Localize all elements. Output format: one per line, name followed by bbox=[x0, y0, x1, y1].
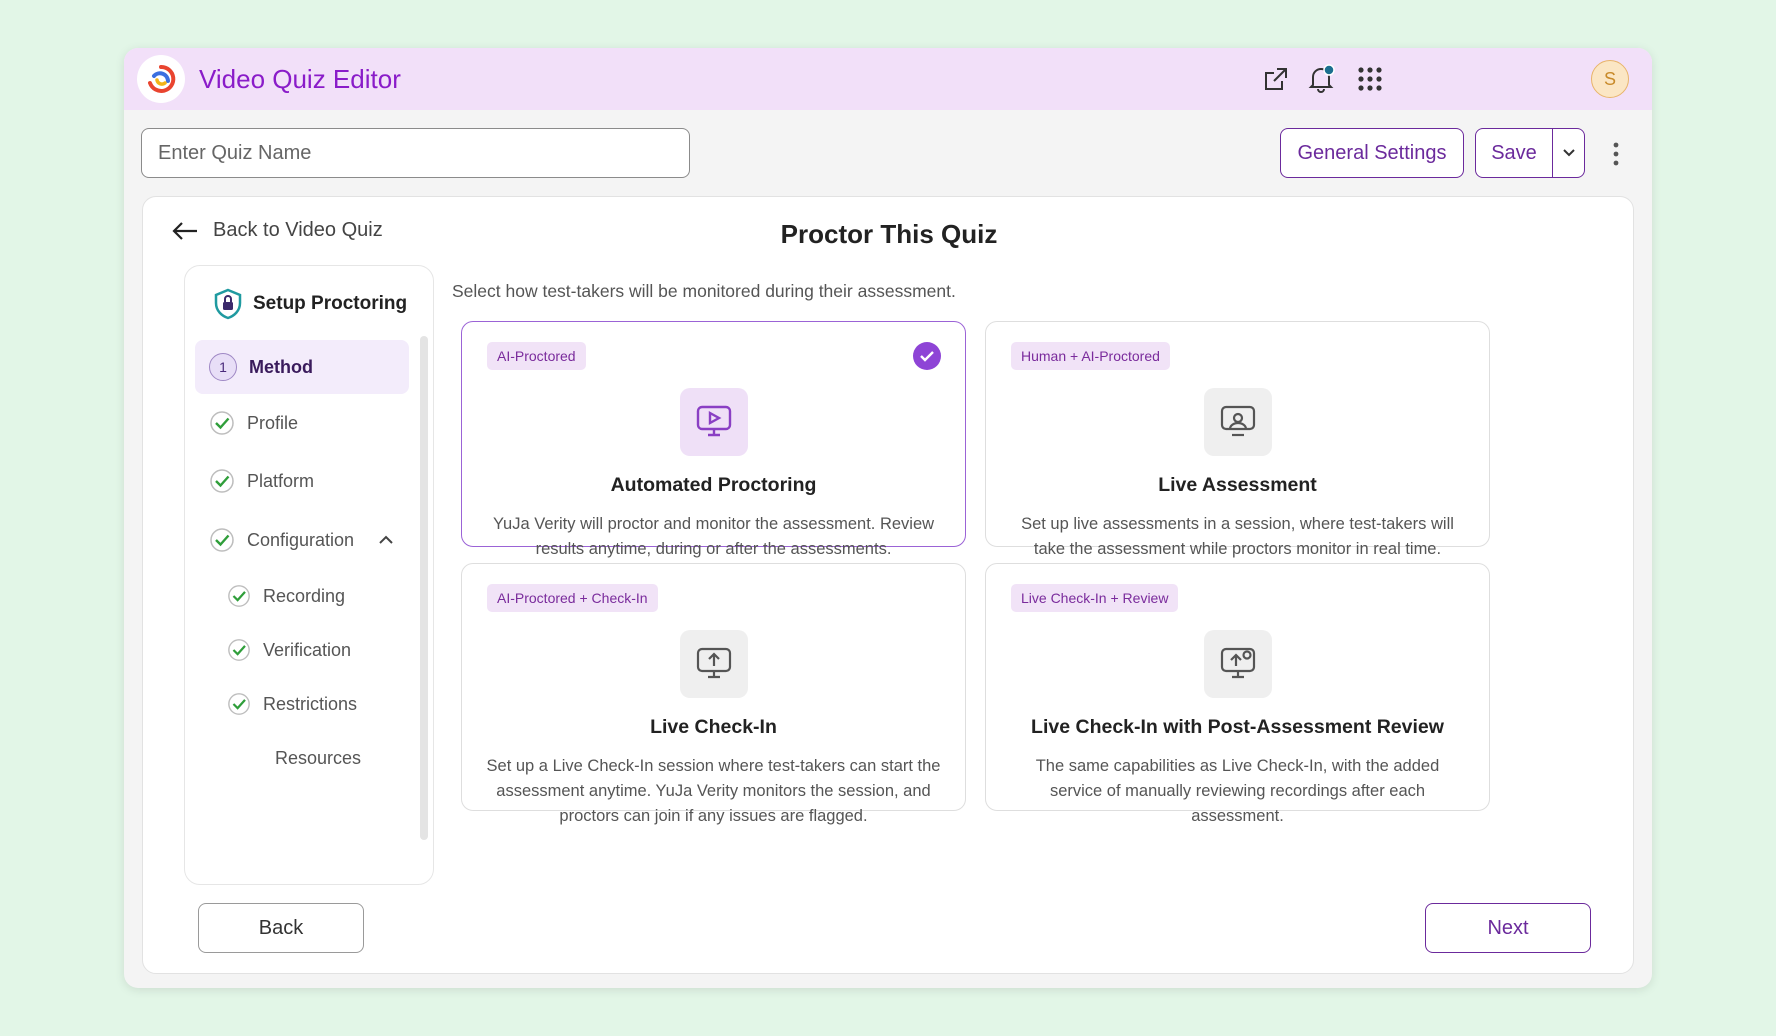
chevron-up-icon[interactable] bbox=[378, 535, 394, 545]
step-configuration[interactable]: Configuration bbox=[195, 513, 409, 567]
method-card-live-check-in[interactable]: AI-Proctored + Check-In Live Check-In Se… bbox=[461, 563, 966, 825]
method-badge: Human + AI-Proctored bbox=[1011, 342, 1170, 370]
apps-grid-icon[interactable] bbox=[1354, 63, 1386, 95]
step-label: Platform bbox=[247, 470, 315, 491]
save-button-group: Save bbox=[1475, 128, 1585, 178]
method-title: Live Assessment bbox=[1158, 474, 1317, 496]
step-label: Method bbox=[249, 356, 313, 377]
setup-steps-sidebar: Setup Proctoring 1 Method Profile Platfo… bbox=[184, 265, 434, 885]
method-hint: Select how test-takers will be monitored… bbox=[452, 281, 956, 301]
monitor-upload-icon bbox=[680, 630, 748, 698]
page-title: Proctor This Quiz bbox=[780, 219, 998, 249]
check-circle-icon bbox=[228, 693, 250, 715]
back-button[interactable]: Back bbox=[198, 903, 364, 953]
shield-lock-icon bbox=[214, 288, 242, 320]
save-button[interactable]: Save bbox=[1476, 129, 1553, 177]
step-label: Recording bbox=[263, 585, 346, 606]
check-circle-icon bbox=[228, 585, 250, 607]
selected-check-icon bbox=[913, 342, 941, 370]
app-window: Video Quiz Editor S General Settings Sav… bbox=[124, 48, 1652, 988]
proctoring-panel: Back to Video Quiz Proctor This Quiz Set… bbox=[142, 196, 1634, 974]
method-title: Live Check-In with Post-Assessment Revie… bbox=[1031, 716, 1444, 738]
method-title: Live Check-In bbox=[650, 716, 777, 738]
step-profile[interactable]: Profile bbox=[195, 396, 409, 450]
method-description: Set up a Live Check-In session where tes… bbox=[486, 757, 941, 825]
step-platform[interactable]: Platform bbox=[195, 454, 409, 508]
steps-heading: Setup Proctoring bbox=[213, 288, 407, 320]
monitor-upload-review-icon bbox=[1204, 630, 1272, 698]
step-label: Resources bbox=[275, 747, 362, 768]
monitor-person-icon bbox=[1204, 388, 1272, 456]
method-description: Set up live assessments in a session, wh… bbox=[1021, 515, 1454, 558]
general-settings-button[interactable]: General Settings bbox=[1280, 128, 1464, 178]
save-dropdown-button[interactable] bbox=[1553, 129, 1584, 177]
step-recording[interactable]: Recording bbox=[213, 569, 409, 623]
check-circle-icon bbox=[228, 639, 250, 661]
next-button[interactable]: Next bbox=[1425, 903, 1591, 953]
more-options-icon[interactable] bbox=[1604, 136, 1628, 172]
step-label: Verification bbox=[263, 639, 352, 660]
method-badge: AI-Proctored + Check-In bbox=[487, 584, 658, 612]
method-card-automated-proctoring[interactable]: AI-Proctored Automated Proctoring YuJa V… bbox=[461, 321, 966, 558]
top-bar: Video Quiz Editor S bbox=[124, 48, 1652, 110]
method-badge: AI-Proctored bbox=[487, 342, 586, 370]
steps-heading-label: Setup Proctoring bbox=[253, 293, 408, 314]
yuja-logo-icon bbox=[137, 55, 185, 103]
method-card-live-check-in-review[interactable]: Live Check-In + Review Live Check-In wit… bbox=[985, 563, 1490, 825]
app-title: Video Quiz Editor bbox=[199, 64, 401, 94]
method-card-live-assessment[interactable]: Human + AI-Proctored Live Assessment Set… bbox=[985, 321, 1490, 558]
method-title: Automated Proctoring bbox=[610, 474, 817, 496]
step-label: Configuration bbox=[247, 529, 355, 550]
step-verification[interactable]: Verification bbox=[213, 623, 409, 677]
method-description: The same capabilities as Live Check-In, … bbox=[1035, 757, 1440, 825]
step-method[interactable]: 1 Method bbox=[195, 340, 409, 394]
step-resources[interactable]: Resources bbox=[213, 731, 409, 785]
step-restrictions[interactable]: Restrictions bbox=[213, 677, 409, 731]
monitor-play-icon bbox=[680, 388, 748, 456]
external-link-icon[interactable] bbox=[1260, 63, 1292, 95]
step-label: Restrictions bbox=[263, 693, 358, 714]
check-circle-icon bbox=[210, 411, 234, 435]
method-description: YuJa Verity will proctor and monitor the… bbox=[492, 515, 935, 558]
check-circle-icon bbox=[210, 528, 234, 552]
bell-icon[interactable] bbox=[1305, 63, 1337, 95]
avatar[interactable]: S bbox=[1591, 60, 1629, 98]
method-badge: Live Check-In + Review bbox=[1011, 584, 1179, 612]
step-number: 1 bbox=[209, 353, 237, 381]
chevron-down-icon bbox=[1562, 149, 1575, 157]
step-label: Profile bbox=[247, 412, 299, 433]
steps-scrollbar[interactable] bbox=[420, 336, 428, 840]
check-circle-icon bbox=[210, 469, 234, 493]
quiz-name-input[interactable] bbox=[141, 128, 690, 178]
